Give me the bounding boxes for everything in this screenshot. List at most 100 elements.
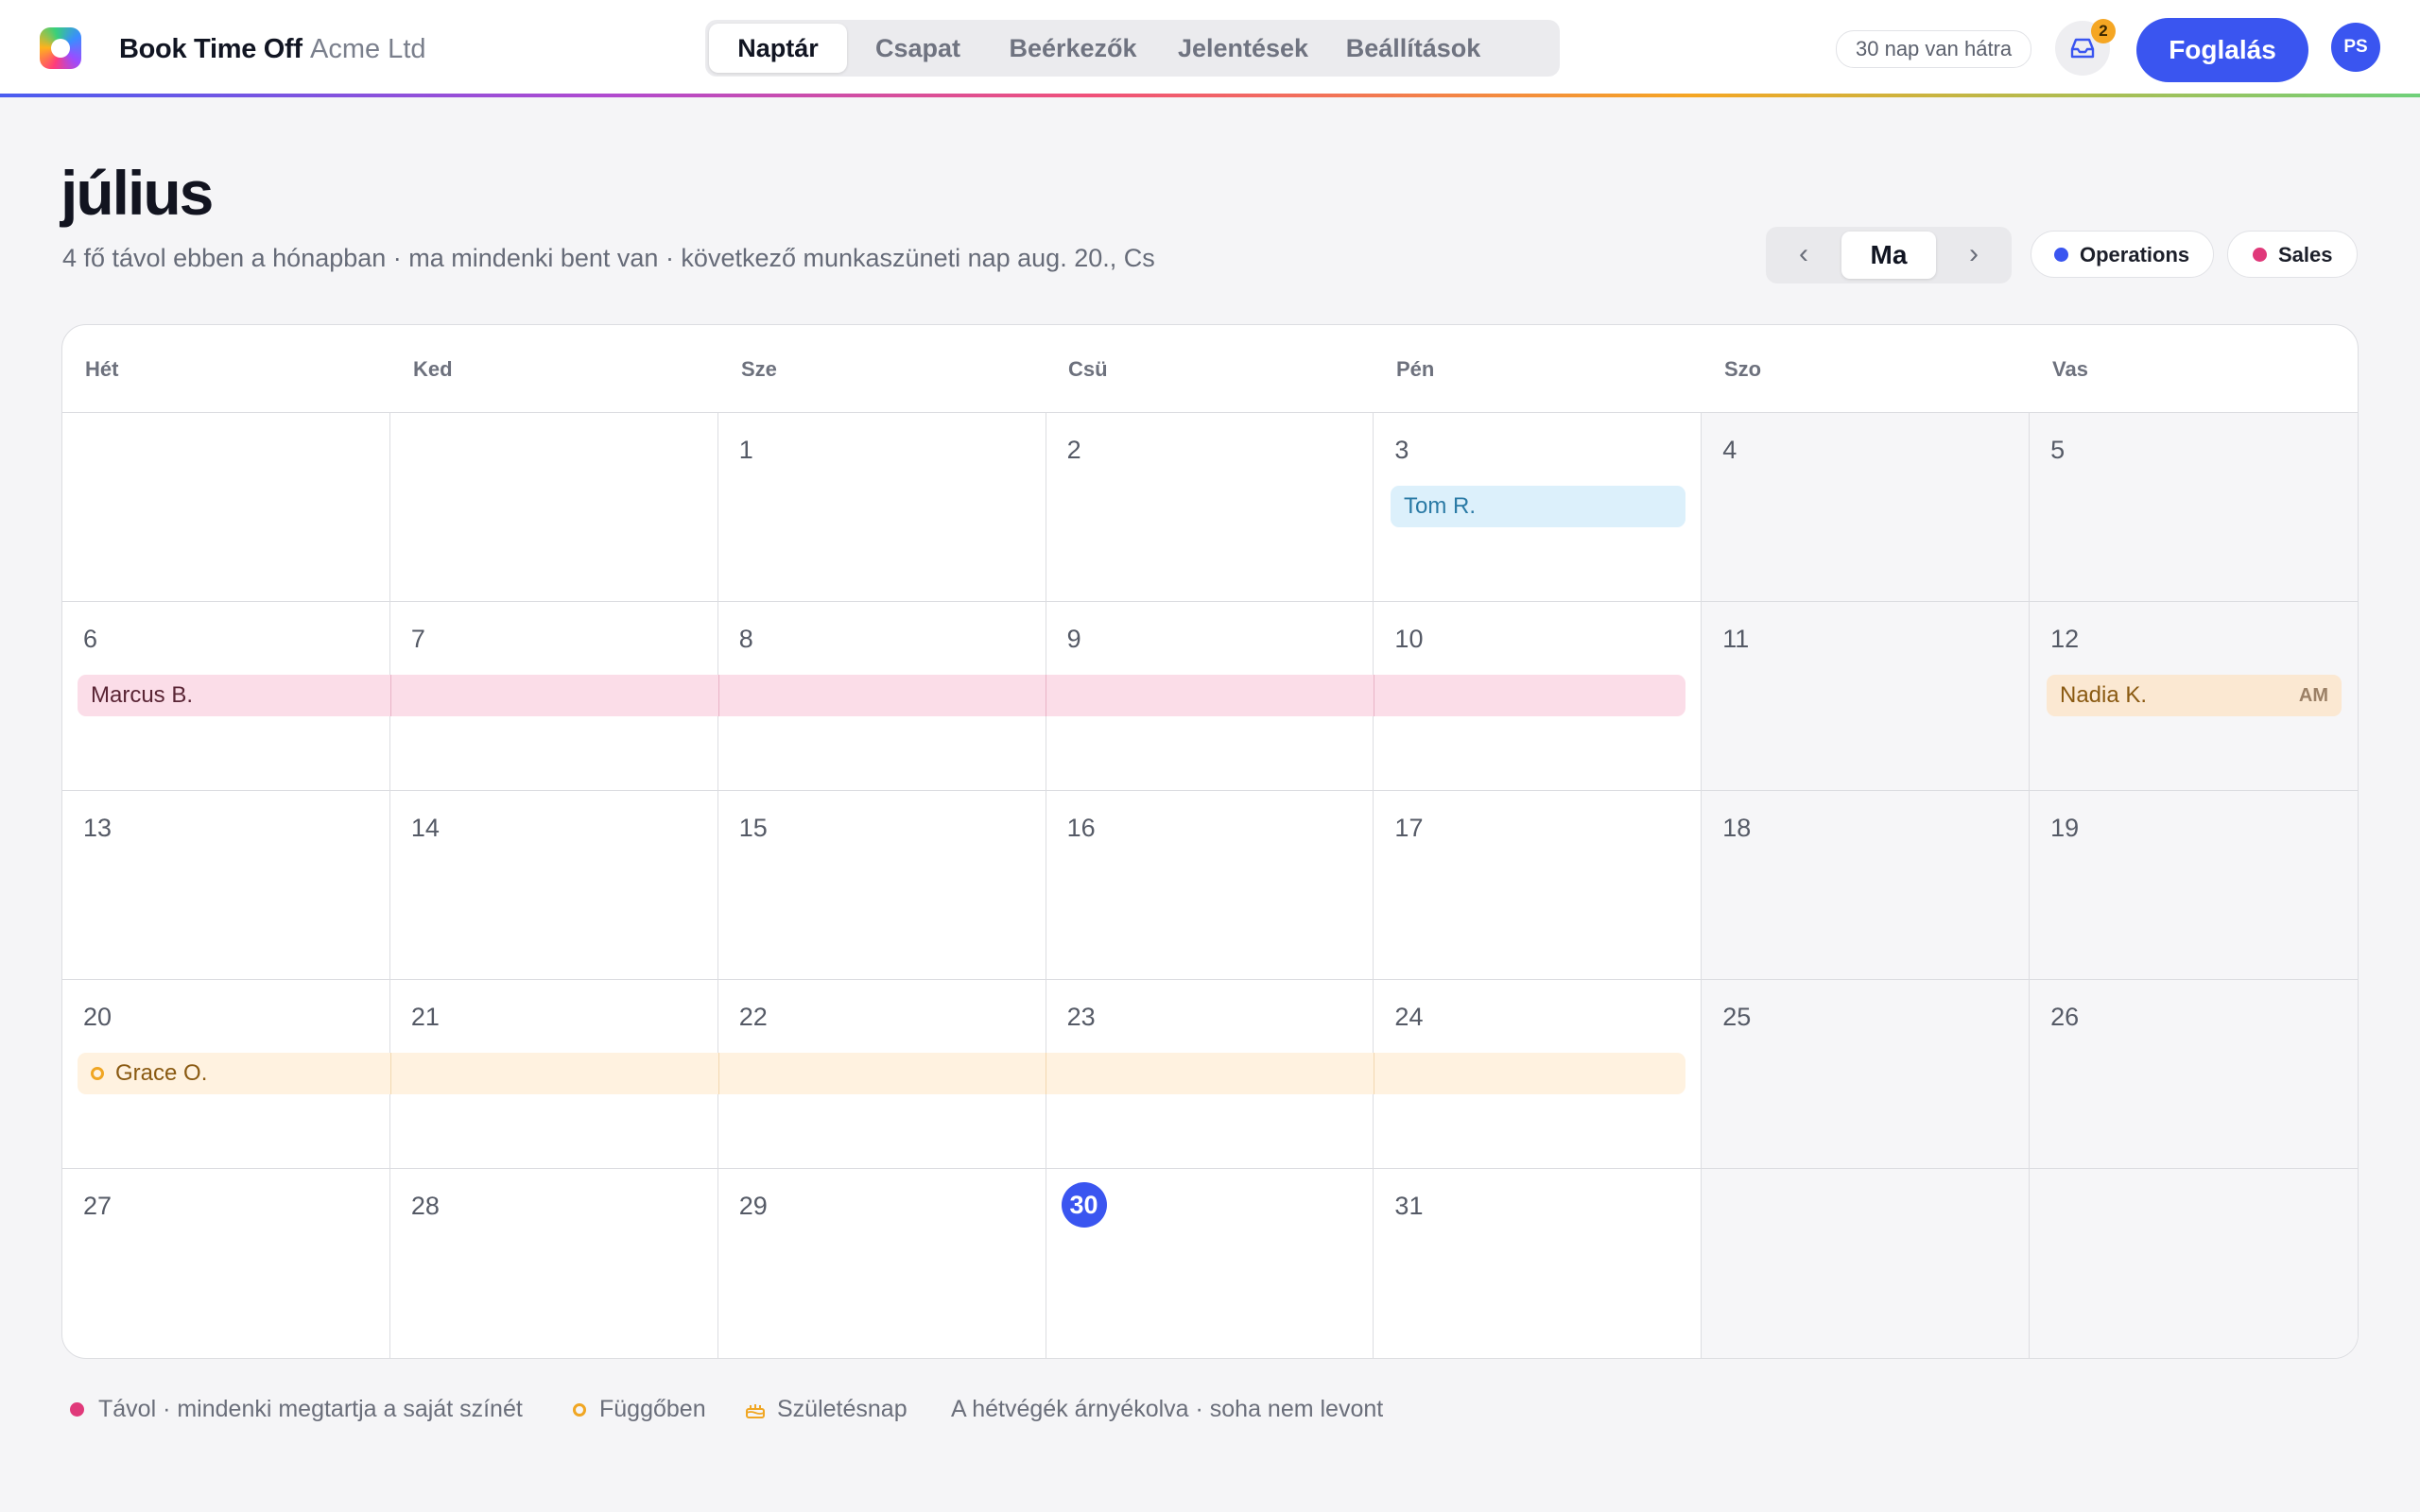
day-separator — [718, 675, 719, 716]
filter-chip-sales[interactable]: Sales — [2227, 231, 2358, 278]
day-cell[interactable]: 11 — [1702, 602, 2031, 791]
day-number: 8 — [738, 625, 753, 653]
event-nadia-k[interactable]: Nadia K. AM — [2047, 675, 2342, 716]
day-number: 27 — [83, 1192, 112, 1220]
app-logo-icon[interactable] — [40, 27, 81, 69]
day-number: 21 — [410, 1003, 440, 1031]
inbox-tray-icon — [2070, 38, 2095, 59]
weekday-header: Hét — [85, 357, 119, 381]
day-cell[interactable]: 14 — [389, 791, 718, 980]
day-number: 26 — [2050, 1003, 2080, 1031]
sales-color-dot — [2253, 248, 2267, 263]
day-separator — [390, 1053, 391, 1094]
day-number: 4 — [1722, 436, 1737, 464]
filter-chip-operations[interactable]: Operations — [2031, 231, 2214, 278]
day-number: 25 — [1722, 1003, 1752, 1031]
day-cell[interactable]: 2 — [1046, 413, 1374, 602]
day-cell[interactable]: 18 — [1702, 791, 2031, 980]
event-person-name: Marcus B. — [91, 682, 194, 708]
event-person-name: Grace O. — [115, 1060, 208, 1086]
day-cell[interactable]: 28 — [390, 1169, 718, 1358]
event-grace-o-pending[interactable]: Grace O. — [78, 1053, 1685, 1094]
day-number: 24 — [1394, 1003, 1424, 1031]
tab-inbox[interactable]: Beérkezők — [993, 24, 1153, 73]
day-number: 7 — [410, 625, 425, 653]
today-button[interactable]: Ma — [1841, 232, 1936, 279]
day-cell[interactable]: 26 — [2030, 980, 2358, 1169]
day-number: 22 — [738, 1003, 768, 1031]
day-cell[interactable]: 13 — [62, 791, 390, 980]
tab-team[interactable]: Csapat — [853, 24, 983, 73]
tab-settings[interactable]: Beállítások — [1333, 24, 1494, 73]
day-cell[interactable]: 25 — [1702, 980, 2031, 1169]
legend-label: Függőben — [599, 1396, 706, 1422]
top-bar: Book Time Off Acme Ltd Naptár Csapat Beé… — [0, 0, 2420, 94]
filter-label: Operations — [2080, 243, 2190, 266]
app-name: Book Time Off — [119, 34, 302, 64]
legend-label: Születésnap — [777, 1396, 908, 1422]
day-cell[interactable]: 29 — [718, 1169, 1046, 1358]
day-number: 11 — [1722, 625, 1750, 653]
day-cell[interactable]: 17 — [1374, 791, 1703, 980]
weekday-header: Vas — [2052, 357, 2088, 381]
day-number: 12 — [2050, 625, 2080, 653]
day-number: 3 — [1394, 436, 1409, 464]
day-number: 31 — [1394, 1192, 1424, 1220]
days-left-badge: 30 nap van hátra — [1836, 30, 2032, 68]
day-number: 9 — [1066, 625, 1081, 653]
day-cell[interactable]: 4 — [1702, 413, 2031, 602]
event-person-name: Nadia K. — [2060, 682, 2148, 708]
day-cell[interactable]: 27 — [62, 1169, 390, 1358]
next-month-button[interactable]: › — [1936, 227, 2012, 284]
company-name: Acme Ltd — [310, 34, 426, 64]
day-cell[interactable]: 30 — [1046, 1169, 1374, 1358]
day-number: 16 — [1066, 814, 1096, 842]
day-cell[interactable]: 16 — [1046, 791, 1374, 980]
prev-month-button[interactable]: ‹ — [1766, 227, 1841, 284]
day-number: 29 — [738, 1192, 768, 1220]
day-separator — [718, 1053, 719, 1094]
day-number: 2 — [1066, 436, 1081, 464]
event-tom-r[interactable]: Tom R. — [1391, 486, 1685, 527]
legend-pending: Függőben — [573, 1396, 706, 1423]
day-number: 6 — [83, 625, 98, 653]
weekday-header: Ked — [413, 357, 453, 381]
legend-weekend-note: A hétvégék árnyékolva · soha nem levont — [951, 1396, 1384, 1422]
legend-away: Távol · mindenki megtartja a saját színé… — [70, 1396, 523, 1423]
day-number: 28 — [410, 1192, 440, 1220]
month-calendar-grid: Hét Ked Sze Csü Pén Szo Vas 1 2 3 4 5 6 7 8 9 10 1… — [61, 324, 2359, 1359]
day-number: 1 — [738, 436, 753, 464]
weekday-header: Csü — [1068, 357, 1108, 381]
half-day-tag: AM — [2298, 685, 2328, 706]
day-cell[interactable]: 5 — [2030, 413, 2358, 602]
day-number: 18 — [1722, 814, 1752, 842]
event-marcus-b[interactable]: Marcus B. — [78, 675, 1685, 716]
month-summary: 4 fő távol ebben a hónapban · ma mindenk… — [62, 244, 1155, 272]
day-number: 17 — [1394, 814, 1424, 842]
main-nav: Naptár Csapat Beérkezők Jelentések Beáll… — [705, 20, 1560, 77]
empty-day-cell — [389, 413, 718, 602]
empty-day-cell — [2030, 1169, 2358, 1358]
day-number: 20 — [83, 1003, 112, 1031]
month-title: július — [60, 158, 214, 228]
book-time-off-button[interactable]: Foglalás — [2136, 18, 2308, 82]
day-cell[interactable]: 1 — [717, 413, 1046, 602]
user-avatar[interactable]: PS — [2331, 23, 2380, 72]
day-number: 5 — [2050, 436, 2066, 464]
day-cell[interactable]: 31 — [1374, 1169, 1703, 1358]
day-cell[interactable]: 15 — [717, 791, 1046, 980]
day-number: 15 — [738, 814, 768, 842]
legend-label: Távol · mindenki megtartja a saját színé… — [98, 1396, 523, 1422]
day-cell[interactable]: 19 — [2030, 791, 2358, 980]
tab-reports[interactable]: Jelentések — [1163, 24, 1323, 73]
inbox-count-badge: 2 — [2091, 19, 2116, 43]
day-number: 10 — [1394, 625, 1424, 653]
month-pager: ‹ Ma › — [1766, 227, 2012, 284]
accent-gradient-divider — [0, 94, 2420, 97]
today-day-number: 30 — [1061, 1182, 1107, 1228]
tab-calendar[interactable]: Naptár — [709, 24, 847, 73]
away-dot-icon — [70, 1402, 84, 1417]
weekday-header: Sze — [741, 357, 777, 381]
birthday-cake-icon — [746, 1404, 765, 1418]
event-person-name: Tom R. — [1404, 493, 1477, 519]
